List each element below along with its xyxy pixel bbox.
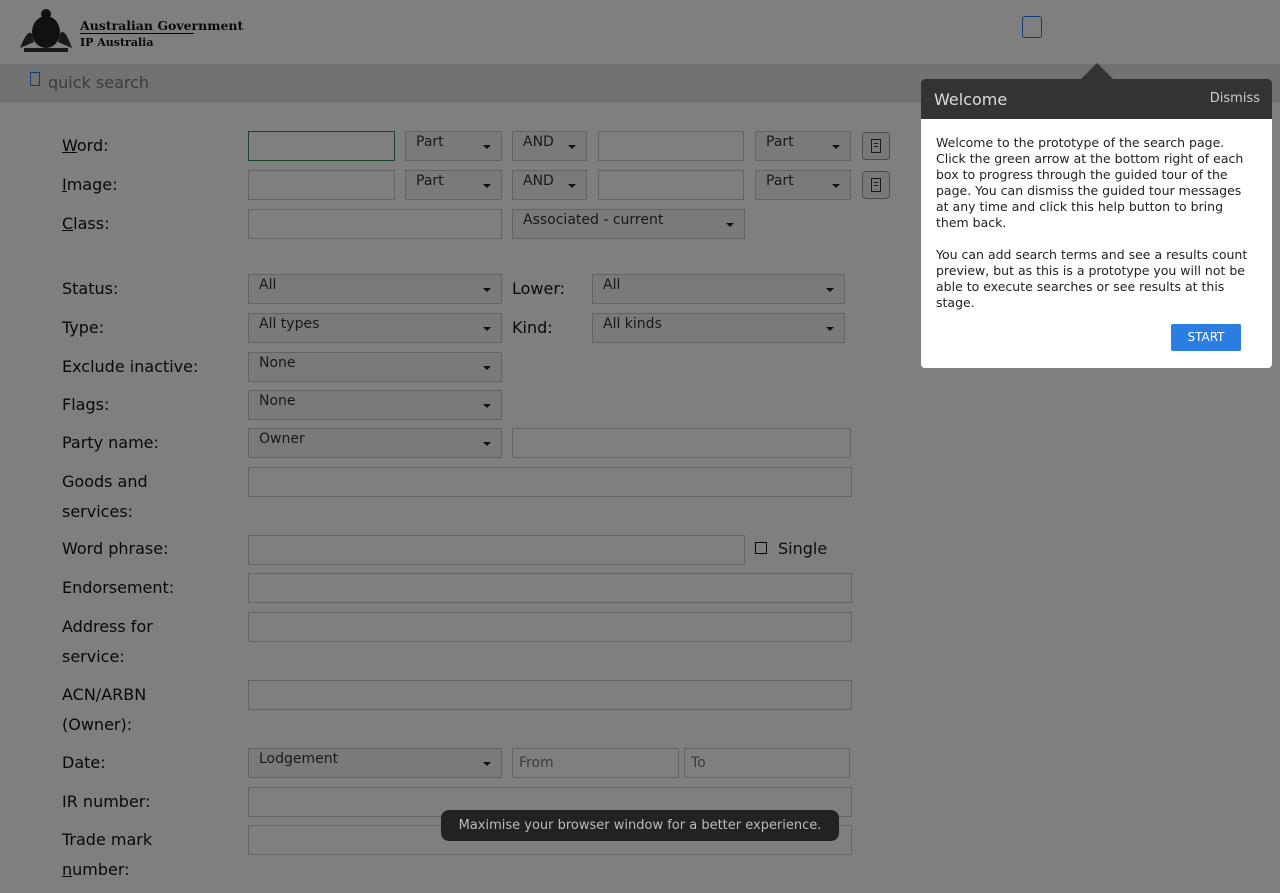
start-tour-button[interactable]: START [1171,324,1241,351]
popup-pointer [1081,63,1113,79]
browser-size-toast: Maximise your browser window for a bette… [441,810,839,841]
popup-title: Welcome [934,90,1008,109]
welcome-popup: Welcome Dismiss Welcome to the prototype… [921,79,1272,368]
dismiss-button[interactable]: Dismiss [1210,91,1260,106]
popup-paragraph-1: Welcome to the prototype of the search p… [936,135,1244,230]
popup-body: Welcome to the prototype of the search p… [936,135,1256,327]
popup-paragraph-2: You can add search terms and see a resul… [936,247,1248,310]
popup-header: Welcome Dismiss [921,79,1272,119]
